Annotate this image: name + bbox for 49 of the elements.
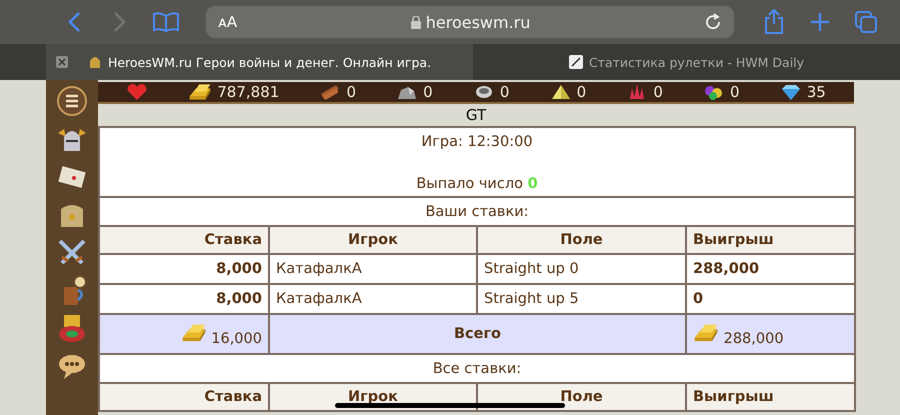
text-size-button[interactable]: ᴀA bbox=[218, 13, 238, 31]
table-cell: КатафалкА bbox=[269, 284, 477, 314]
book-icon[interactable] bbox=[153, 12, 179, 32]
resource-amount: 0 bbox=[346, 83, 356, 101]
url-text: heroeswm.ru bbox=[426, 12, 530, 32]
diamond-icon bbox=[780, 83, 802, 101]
section-title: Все ставки: bbox=[99, 354, 856, 383]
table-cell: 288,000 bbox=[686, 254, 856, 284]
tabs-icon[interactable] bbox=[854, 10, 878, 34]
share-icon[interactable] bbox=[764, 9, 784, 35]
table-cell: Straight up 0 bbox=[477, 254, 686, 284]
browser-tab[interactable]: HeroesWM.ru Герои войны и денег. Онлайн игра. bbox=[46, 44, 473, 80]
resource-amount: 35 bbox=[806, 83, 826, 101]
column-header: Выигрыш bbox=[686, 226, 856, 254]
column-header: Выигрыш bbox=[686, 383, 856, 411]
table-cell: Всего bbox=[269, 314, 686, 354]
resource-amount: 0 bbox=[423, 83, 433, 101]
address-bar[interactable]: ᴀA heroeswm.ru bbox=[206, 6, 734, 38]
column-header: Поле bbox=[477, 226, 686, 254]
table-cell: 0 bbox=[686, 284, 856, 314]
resource-amount: 0 bbox=[576, 83, 586, 101]
table-cell: 8,000 bbox=[99, 284, 269, 314]
close-icon[interactable] bbox=[56, 56, 68, 68]
lock-icon bbox=[410, 16, 421, 28]
back-icon[interactable] bbox=[67, 11, 81, 33]
game-time: Игра: 12:30:00 bbox=[421, 134, 533, 150]
result-text: Выпало число 0 bbox=[416, 176, 538, 192]
page-title: GT bbox=[464, 105, 488, 126]
column-header: Ставка bbox=[99, 383, 269, 411]
table-cell: 16,000 bbox=[99, 314, 269, 354]
menu-icon[interactable] bbox=[56, 85, 88, 117]
ingot-icon bbox=[188, 82, 212, 102]
resource-amount: 0 bbox=[653, 83, 663, 101]
table-cell: 8,000 bbox=[99, 254, 269, 284]
reload-icon[interactable] bbox=[704, 13, 722, 31]
resource-amount: 787,881 bbox=[217, 83, 280, 101]
ingot-icon bbox=[693, 322, 719, 342]
ingot-icon bbox=[180, 322, 207, 342]
column-header: Игрок bbox=[269, 226, 477, 254]
resource-amount: 0 bbox=[500, 83, 510, 101]
heart-icon bbox=[126, 83, 148, 101]
section-title: Ваши ставки: bbox=[99, 197, 856, 226]
table-cell: Straight up 5 bbox=[477, 284, 686, 314]
pyramid-icon bbox=[550, 83, 572, 101]
table-cell: 288,000 bbox=[686, 314, 856, 354]
plus-icon[interactable] bbox=[810, 12, 830, 32]
column-header: Ставка bbox=[99, 226, 269, 254]
table-cell: КатафалкА bbox=[269, 254, 477, 284]
resource-amount: 0 bbox=[730, 83, 740, 101]
